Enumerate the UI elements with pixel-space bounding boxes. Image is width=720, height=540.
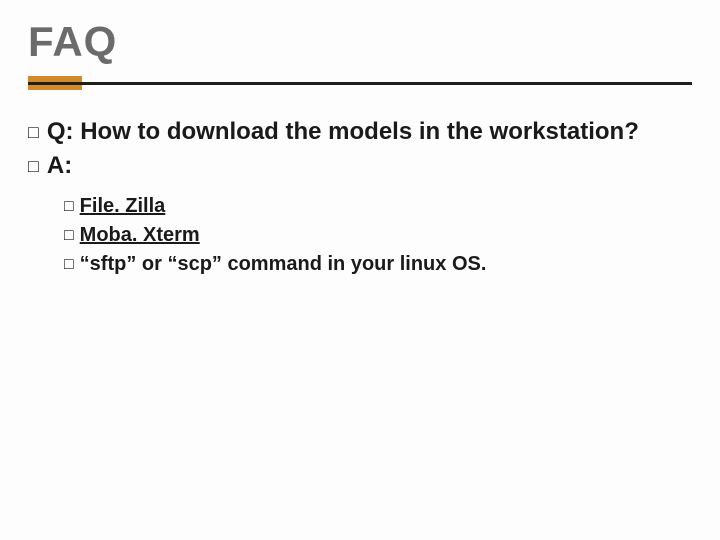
link-mobaxterm[interactable]: Moba. Xterm (80, 224, 200, 246)
sub-list-item: □ File. Zilla (64, 193, 692, 220)
square-bullet-icon: □ (64, 225, 74, 247)
sub-list: □ File. Zilla □ Moba. Xterm □ “sftp” or … (64, 193, 692, 278)
square-bullet-icon: □ (28, 120, 39, 144)
sub-list-item: □ Moba. Xterm (64, 222, 692, 249)
link-filezilla[interactable]: File. Zilla (80, 195, 166, 217)
list-item-text: A: (47, 150, 692, 182)
square-bullet-icon: □ (64, 196, 74, 218)
square-bullet-icon: □ (64, 254, 74, 276)
body-list: □ Q: How to download the models in the w… (28, 116, 692, 278)
page-title: FAQ (28, 18, 692, 66)
list-item: □ Q: How to download the models in the w… (28, 116, 692, 148)
title-rule (28, 76, 692, 88)
list-item-text: Q: How to download the models in the wor… (47, 116, 692, 148)
sub-list-item-text: “sftp” or “scp” command in your linux OS… (80, 251, 487, 278)
horizontal-rule (28, 82, 692, 85)
sub-list-item-text: File. Zilla (80, 193, 166, 220)
square-bullet-icon: □ (28, 154, 39, 178)
sub-list-item-text: Moba. Xterm (80, 222, 200, 249)
slide: FAQ □ Q: How to download the models in t… (0, 0, 720, 540)
sub-list-item: □ “sftp” or “scp” command in your linux … (64, 251, 692, 278)
list-item: □ A: (28, 150, 692, 182)
